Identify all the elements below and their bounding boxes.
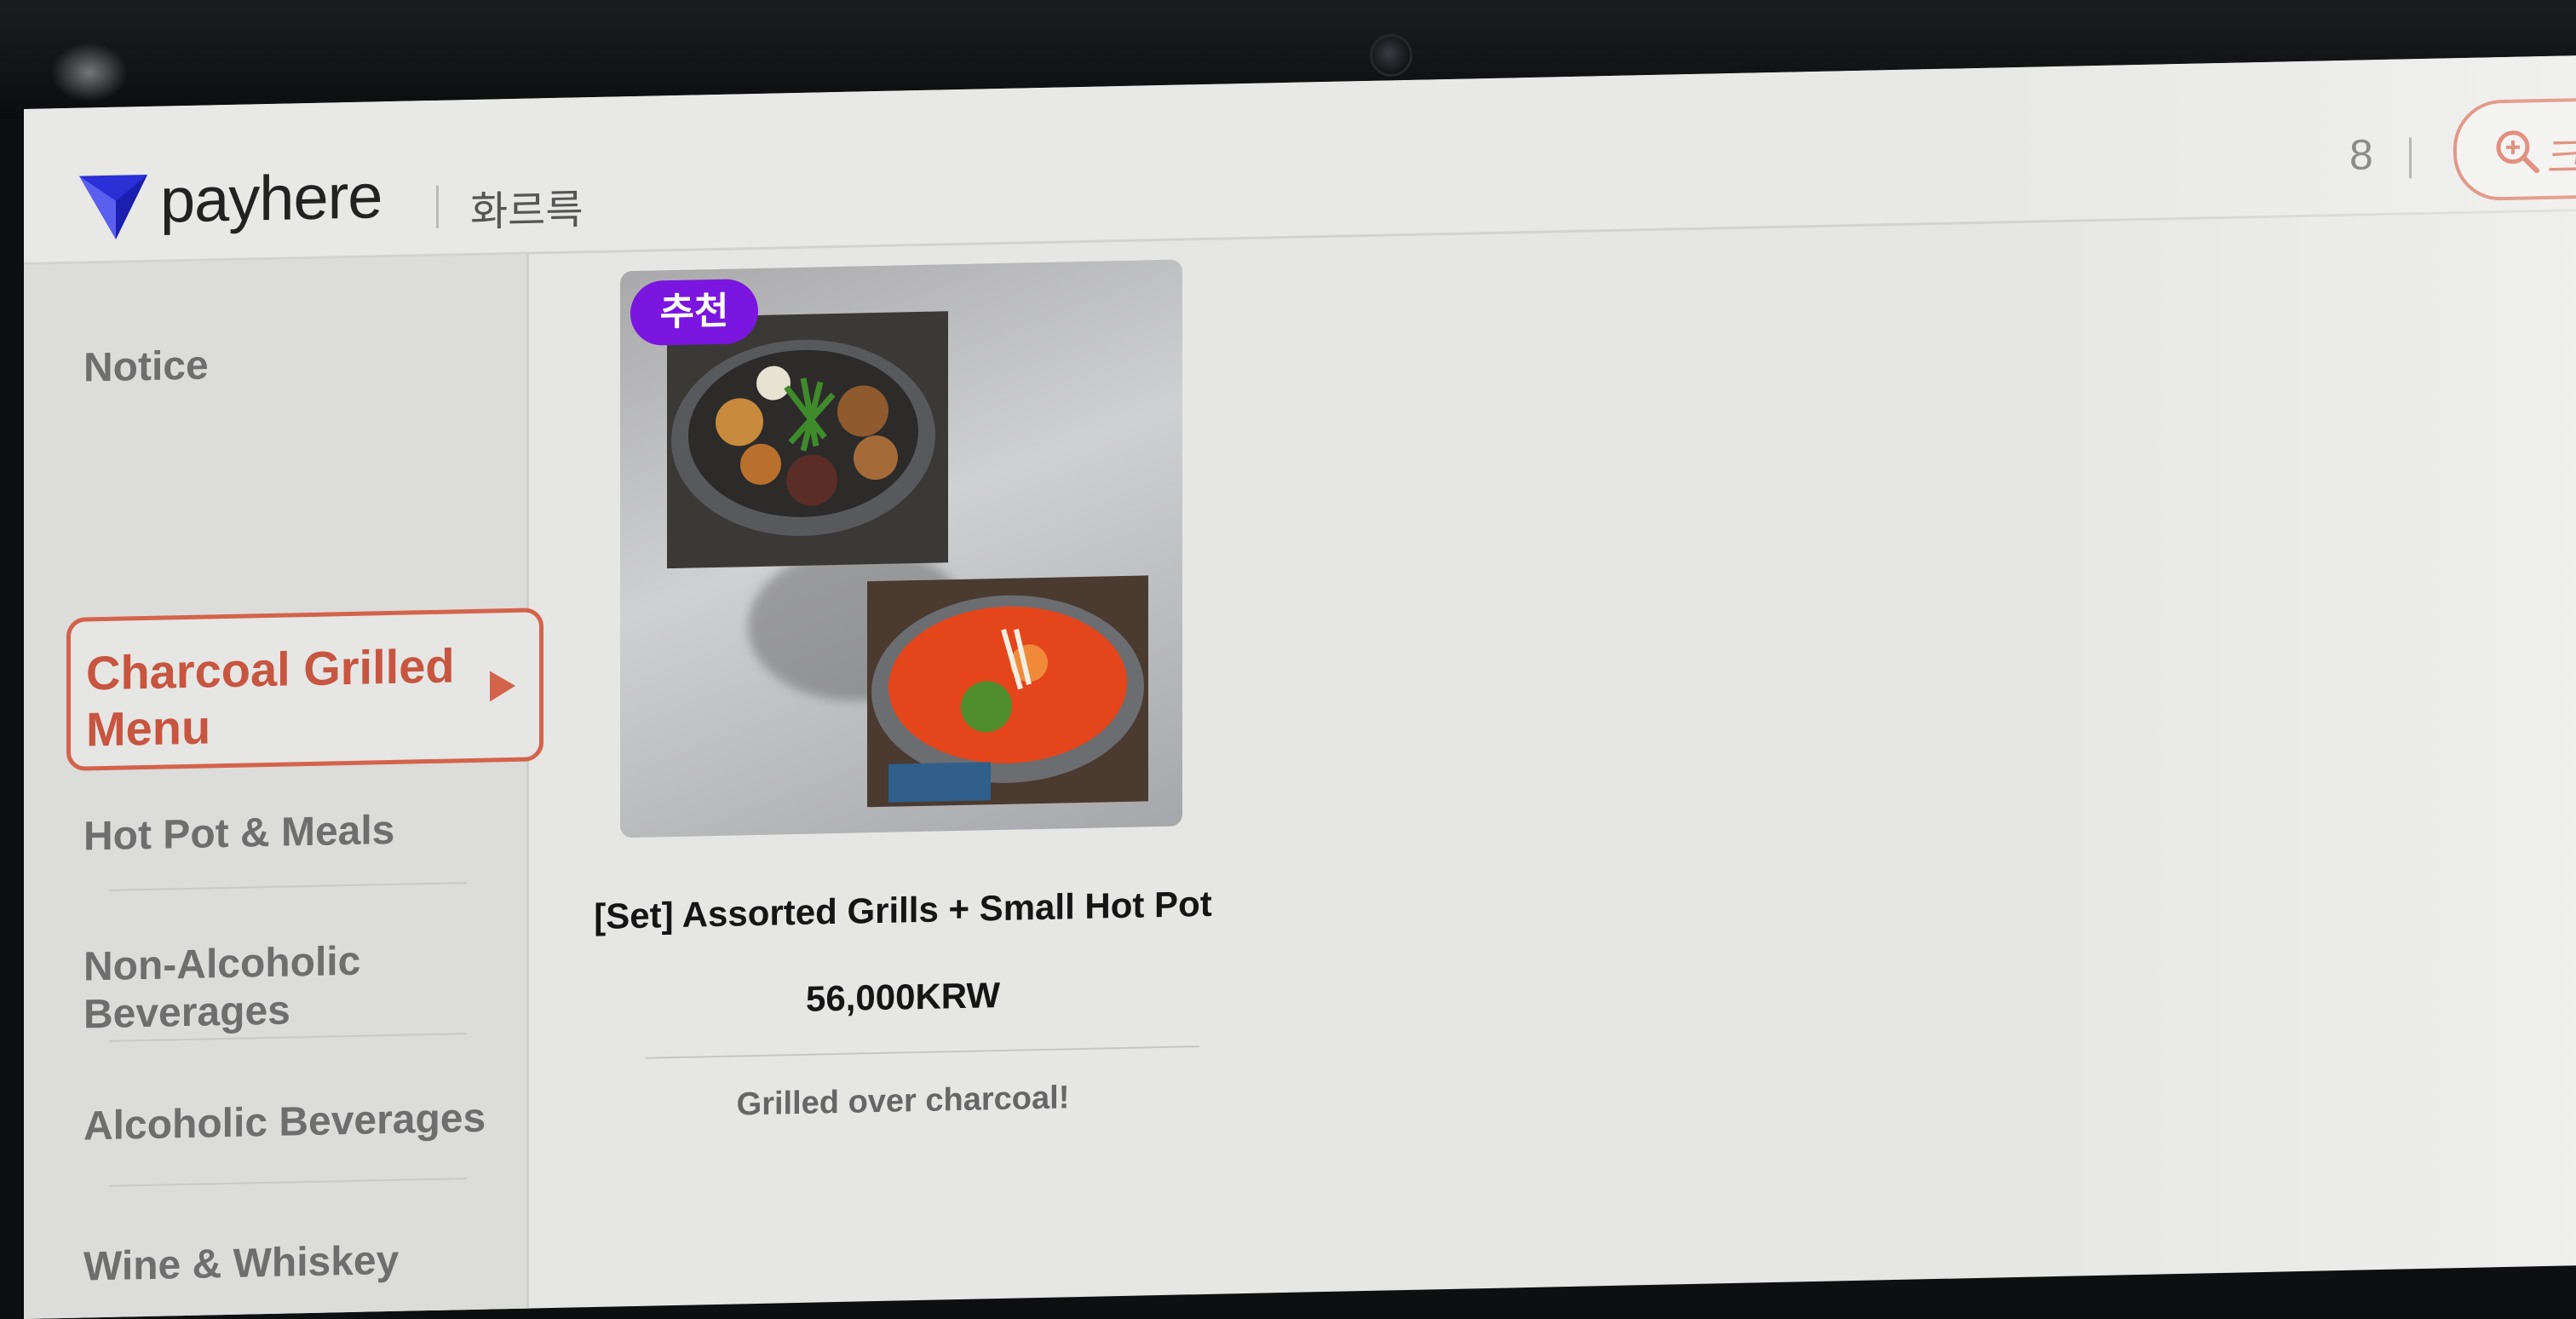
camera-icon (1370, 34, 1412, 77)
divider (646, 1045, 1199, 1059)
sidebar-item-hot-pot-meals[interactable]: Hot Pot & Meals (83, 807, 394, 861)
divider (109, 1178, 467, 1187)
brand-name: payhere (160, 159, 382, 236)
product-price: 56,000KRW (579, 970, 1227, 1024)
recommended-badge: 추천 (630, 279, 758, 346)
zoom-label: 크 (2547, 124, 2576, 186)
food-photo (620, 260, 1182, 838)
sidebar-item-non-alcoholic-beverages[interactable]: Non-Alcoholic Beverages (83, 936, 441, 1040)
store-name: 화르륵 (470, 176, 583, 238)
category-sidebar: Notice Charcoal Grilled Menu Hot Pot & M… (24, 255, 529, 1319)
product-name[interactable]: [Set] Assorted Grills + Small Hot Pot (579, 883, 1227, 937)
sidebar-item-wine-whiskey[interactable]: Wine & Whiskey (83, 1237, 399, 1292)
table-number: 8 (2349, 130, 2373, 180)
sidebar-item-alcoholic-beverages[interactable]: Alcoholic Beverages (83, 1095, 486, 1151)
product-image[interactable] (620, 260, 1182, 838)
kiosk-screen: payhere 화르륵 8 크 Notice Charcoal Grilled … (24, 55, 2576, 1319)
divider (109, 882, 467, 891)
light-glare (51, 43, 128, 102)
divider (2409, 137, 2412, 178)
sidebar-item-notice[interactable]: Notice (83, 342, 209, 392)
play-arrow-icon (490, 671, 515, 702)
zoom-in-icon[interactable] (2494, 128, 2540, 175)
divider (436, 186, 439, 228)
product-description: Grilled over charcoal! (579, 1076, 1227, 1126)
payhere-logo-icon (75, 166, 152, 245)
sidebar-item-label: Charcoal Grilled Menu (86, 637, 461, 757)
sidebar-item-charcoal-grilled-menu[interactable]: Charcoal Grilled Menu (66, 608, 543, 771)
